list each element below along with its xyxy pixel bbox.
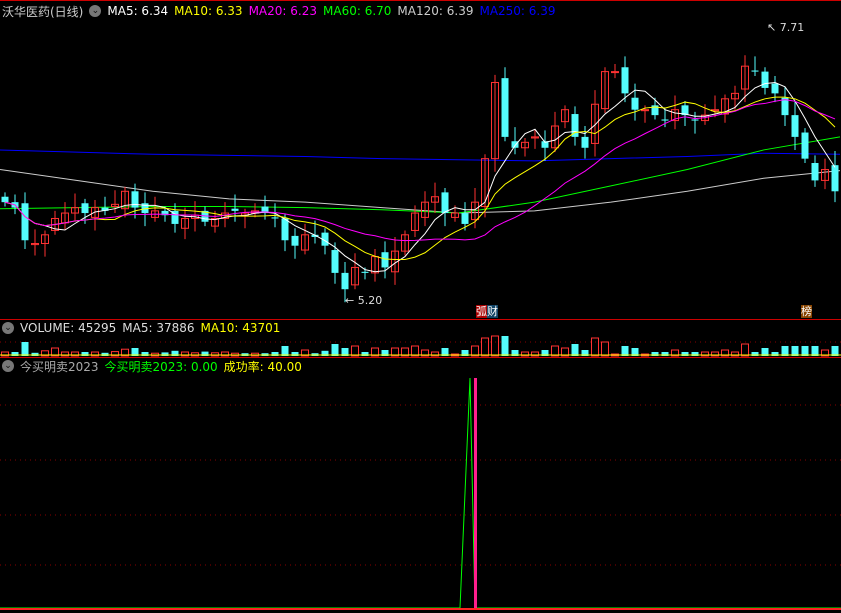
indicator-value: 今买明卖2023: 0.00 (104, 359, 218, 374)
candle (81, 203, 89, 214)
collapse-icon[interactable]: ⌄ (2, 322, 14, 334)
candle (461, 213, 469, 224)
candle (831, 165, 839, 192)
ma10-line (4, 96, 836, 261)
volume-bar (101, 352, 109, 356)
candle (661, 119, 669, 121)
low-price-label: ← 5.20 (345, 294, 382, 307)
volume-bar (591, 337, 599, 357)
volume-bar (211, 352, 219, 357)
price-chart[interactable]: ↖ 7.71 ← 5.20 (0, 0, 841, 320)
volume-chart[interactable] (0, 334, 841, 358)
candle (761, 71, 769, 88)
candle (751, 70, 759, 72)
volume-bar (21, 342, 29, 356)
indicator-header: ⌄ 今买明卖2023 今买明卖2023: 0.00 成功率: 40.00 (2, 358, 302, 374)
volume-bar (191, 352, 199, 357)
candle (571, 114, 579, 137)
candle (641, 109, 649, 112)
volume-bar (491, 335, 499, 357)
ma20-line (4, 99, 836, 242)
candle (131, 191, 139, 208)
volume-bar (501, 336, 509, 356)
candle (291, 235, 299, 246)
candle (771, 83, 779, 94)
candle (811, 163, 819, 181)
candle (441, 192, 449, 214)
candle (361, 271, 369, 273)
ma5-line (4, 81, 836, 273)
volume-bar (331, 344, 339, 356)
candle (21, 203, 29, 241)
candle (501, 78, 509, 137)
candle (331, 250, 339, 273)
candle (791, 115, 799, 137)
candle (631, 97, 639, 110)
candle (281, 218, 289, 241)
marker-bang[interactable]: 榜 (801, 305, 812, 318)
volume-bar (601, 341, 609, 357)
candle (801, 132, 809, 159)
candle (621, 67, 629, 94)
signal-line (0, 377, 841, 609)
high-price-label: ↖ 7.71 (767, 21, 804, 34)
volume-bar (481, 337, 489, 357)
volume-bar (571, 344, 579, 356)
ma250-line (0, 149, 841, 162)
marker-cai[interactable]: 财 (487, 305, 498, 318)
signal-bar (474, 378, 477, 608)
volume-label: VOLUME: 45295 (20, 321, 117, 335)
candle (1, 196, 9, 203)
vol-ma10-label: MA10: 43701 (200, 321, 281, 335)
volume-bar (31, 352, 39, 356)
marker-hu[interactable]: 弧 (476, 305, 487, 318)
success-rate: 成功率: 40.00 (223, 359, 302, 374)
ma60-line (0, 136, 841, 214)
vol-ma5-label: MA5: 37886 (122, 321, 195, 335)
candle (611, 71, 619, 74)
indicator-name: 今买明卖2023 (20, 359, 99, 374)
candle (381, 252, 389, 268)
collapse-icon[interactable]: ⌄ (2, 360, 14, 372)
volume-bar (741, 343, 749, 357)
indicator-chart[interactable] (0, 373, 841, 613)
candle (691, 119, 699, 121)
candle (581, 136, 589, 148)
candle (231, 208, 239, 211)
candle (271, 217, 279, 219)
candle (341, 272, 349, 290)
